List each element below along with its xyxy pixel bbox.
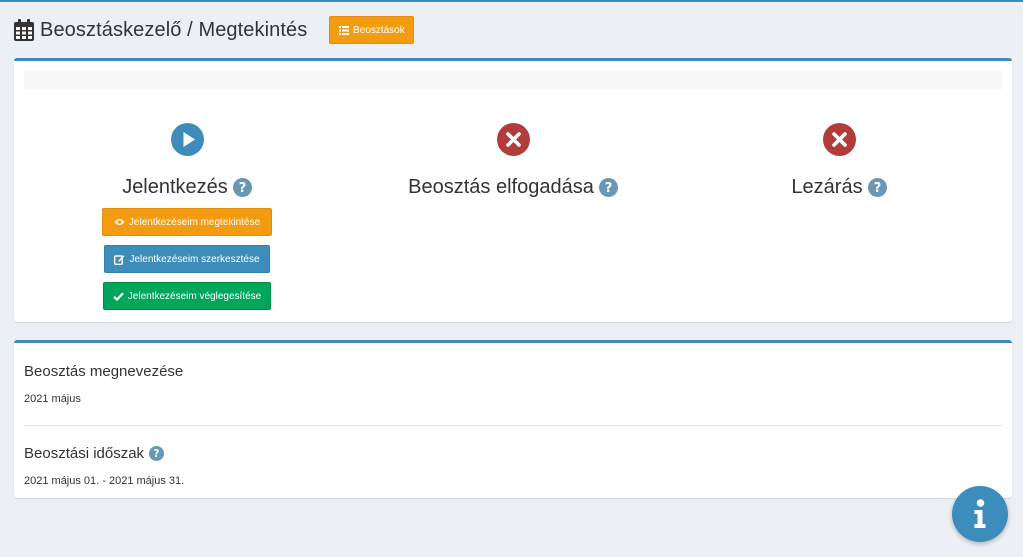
question-circle-icon[interactable]: ? <box>232 177 252 197</box>
svg-text:?: ? <box>239 181 247 196</box>
name-label: Beosztás megnevezése <box>24 363 183 380</box>
finalize-applications-button[interactable]: Jelentkezéseim véglegesítése <box>103 282 271 310</box>
play-circle-icon <box>170 123 204 156</box>
step-title-text: Beosztás elfogadása <box>408 175 594 198</box>
step-title: Lezárás ? <box>791 175 887 199</box>
edit-applications-button[interactable]: Jelentkezéseim szerkesztése <box>104 245 270 273</box>
svg-text:?: ? <box>154 448 160 460</box>
times-circle-icon <box>496 123 530 156</box>
name-value: 2021 május <box>24 393 81 405</box>
divider <box>24 425 1002 426</box>
period-label-text: Beosztási időszak <box>24 445 145 462</box>
step-lezaras: Lezárás ? <box>674 123 1004 199</box>
page-header: Beosztáskezelő / Megtekintés Beosztások <box>14 14 415 46</box>
info-button[interactable] <box>952 486 1008 542</box>
view-applications-label: Jelentkezéseim megtekintése <box>128 216 261 228</box>
check-icon <box>113 291 124 301</box>
info-icon <box>974 499 986 528</box>
svg-text:?: ? <box>873 181 881 196</box>
step-title: Jelentkezés ? <box>122 175 252 199</box>
workflow-box: Jelentkezés ? Jelentkezéseim megtekintés… <box>14 58 1012 322</box>
edit-applications-label: Jelentkezéseim szerkesztése <box>129 253 260 265</box>
eye-icon <box>114 219 125 225</box>
beosztasok-button[interactable]: Beosztások <box>329 16 415 44</box>
name-label-text: Beosztás megnevezése <box>24 363 184 380</box>
step-actions: Jelentkezéseim megtekintése Jelentkezése… <box>102 208 272 319</box>
list-icon <box>339 25 350 35</box>
times-circle-icon <box>822 123 856 156</box>
question-circle-icon[interactable]: ? <box>149 446 165 461</box>
step-beosztas-elfogadasa: Beosztás elfogadása ? <box>348 123 678 199</box>
period-value: 2021 május 01. - 2021 május 31. <box>24 475 185 487</box>
edit-icon <box>114 254 125 265</box>
period-label: Beosztási időszak ? <box>24 445 165 462</box>
view-applications-button[interactable]: Jelentkezéseim megtekintése <box>102 208 272 236</box>
details-box: Beosztás megnevezése 2021 május Beosztás… <box>14 340 1012 498</box>
step-title-text: Jelentkezés <box>122 175 228 198</box>
finalize-applications-label: Jelentkezéseim véglegesítése <box>127 290 262 302</box>
calendar-icon <box>14 19 34 41</box>
placeholder-strip <box>24 71 1002 89</box>
question-circle-icon[interactable]: ? <box>867 177 887 197</box>
question-circle-icon[interactable]: ? <box>598 177 618 197</box>
step-title: Beosztás elfogadása ? <box>408 175 618 199</box>
step-title-text: Lezárás <box>791 175 863 198</box>
step-jelentkezes: Jelentkezés ? Jelentkezéseim megtekintés… <box>22 123 352 319</box>
beosztasok-button-label: Beosztások <box>353 24 405 36</box>
page-title: Beosztáskezelő / Megtekintés <box>40 18 308 41</box>
svg-text:?: ? <box>605 181 613 196</box>
